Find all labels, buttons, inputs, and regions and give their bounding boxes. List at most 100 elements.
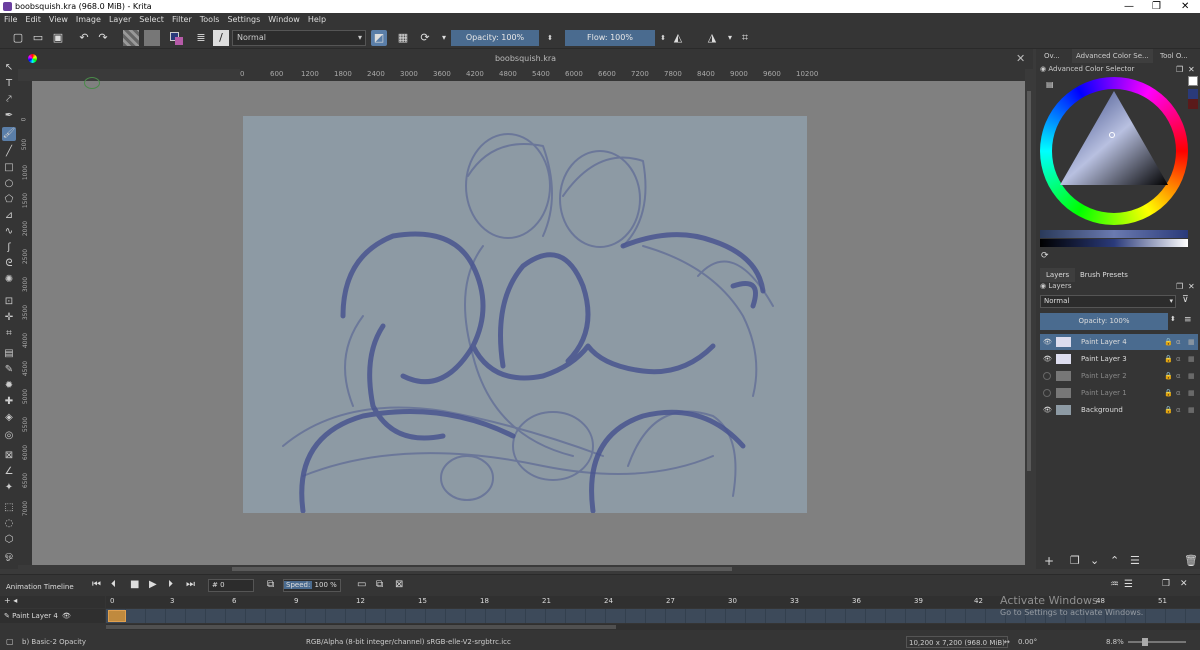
scroll-thumb[interactable] xyxy=(232,567,732,571)
inherit-alpha-icon[interactable]: ▦ xyxy=(1188,334,1195,350)
eye-icon[interactable]: 👁 xyxy=(1043,402,1052,418)
duplicate-frame-icon[interactable]: ⧉ xyxy=(376,579,383,590)
chevron-down-icon[interactable]: ▾ xyxy=(722,30,738,46)
add-frame-icon[interactable]: ▭ xyxy=(357,579,366,590)
onion-skin-icon[interactable]: ⧉ xyxy=(267,579,274,590)
tab-layers[interactable]: Layers xyxy=(1040,268,1076,282)
pattern-preset-icon[interactable] xyxy=(144,30,160,46)
dynamic-brush-icon[interactable]: ᘓ xyxy=(2,257,16,271)
timeline-menu-icon[interactable]: ☰ xyxy=(1124,579,1133,590)
zoom-slider-handle[interactable] xyxy=(1142,638,1148,646)
lock-icon[interactable]: 🔒 xyxy=(1164,385,1173,401)
inherit-alpha-icon[interactable]: ▦ xyxy=(1188,351,1195,367)
gradient-tool-icon[interactable]: ▤ xyxy=(2,347,16,361)
alpha-lock-icon[interactable]: α xyxy=(1176,368,1181,384)
remove-frame-icon[interactable]: ⊠ xyxy=(395,579,403,590)
redo-icon[interactable]: ↷ xyxy=(95,30,111,46)
layer-menu-icon[interactable]: ≡ xyxy=(1184,315,1192,325)
fg-bg-color-icon[interactable] xyxy=(168,30,184,46)
timeline-layer-row[interactable]: ✎ Paint Layer 4 👁 xyxy=(0,609,105,623)
menu-help[interactable]: Help xyxy=(304,13,330,27)
drawing-canvas[interactable] xyxy=(243,116,807,514)
ellipse-select-icon[interactable]: ◌ xyxy=(2,517,16,531)
reference-tool-icon[interactable]: ✦ xyxy=(2,481,16,495)
alpha-lock-icon[interactable]: α xyxy=(1176,334,1181,350)
polyline-tool-icon[interactable]: ⊿ xyxy=(2,209,16,223)
new-document-icon[interactable]: ▢ xyxy=(10,30,26,46)
rectangle-tool-icon[interactable]: □ xyxy=(2,161,16,175)
wrap-around-icon[interactable]: ⌗ xyxy=(737,30,753,46)
first-frame-icon[interactable]: ⏮ xyxy=(92,579,101,590)
eye-hidden-icon[interactable] xyxy=(1043,389,1051,397)
alpha-lock-icon[interactable]: α xyxy=(1176,385,1181,401)
move-down-icon[interactable]: ⌄ xyxy=(1090,554,1099,567)
undo-icon[interactable]: ↶ xyxy=(76,30,92,46)
chevron-down-icon[interactable]: ▾ xyxy=(436,30,452,46)
eye-icon[interactable]: 👁 xyxy=(62,609,71,623)
close-panel-icon[interactable]: ✕ xyxy=(1180,579,1188,589)
speed-input[interactable]: Speed: 100 % xyxy=(283,579,341,592)
recent-color-swatch[interactable] xyxy=(1188,99,1198,109)
layer-opacity-slider[interactable]: Opacity: 100% xyxy=(1040,313,1168,330)
duplicate-layer-icon[interactable]: ❐ xyxy=(1070,554,1080,567)
layer-row[interactable]: 👁 Background 🔒 α ▦ xyxy=(1040,402,1198,418)
scroll-thumb[interactable] xyxy=(1027,91,1031,471)
next-frame-icon[interactable]: ⏵ xyxy=(168,579,173,590)
calligraphy-icon[interactable]: ✒ xyxy=(2,109,16,123)
fill-tool-icon[interactable]: ◈ xyxy=(2,411,16,425)
eraser-mode-icon[interactable]: ◩ xyxy=(371,30,387,46)
opacity-stepper[interactable]: ⬍ xyxy=(542,30,558,46)
move-up-icon[interactable]: ⌃ xyxy=(1110,554,1119,567)
color-bar-2[interactable] xyxy=(1040,239,1188,247)
eye-hidden-icon[interactable] xyxy=(1043,372,1051,380)
move-tool-icon[interactable]: ✛ xyxy=(2,311,16,325)
hue-wheel[interactable] xyxy=(1040,77,1188,225)
stop-icon[interactable]: ■ xyxy=(130,579,139,590)
save-icon[interactable]: ▣ xyxy=(50,30,66,46)
mirror-horizontal-icon[interactable]: ◭ xyxy=(670,30,686,46)
pin-icon[interactable]: ✎ xyxy=(0,612,10,620)
opacity-stepper[interactable]: ⬍ xyxy=(1170,315,1176,323)
inherit-alpha-icon[interactable]: ▦ xyxy=(1188,385,1195,401)
open-document-icon[interactable]: ▭ xyxy=(30,30,46,46)
colorize-mask-icon[interactable]: ✹ xyxy=(2,379,16,393)
multibrush-icon[interactable]: ✺ xyxy=(2,273,16,287)
minimize-button[interactable]: — xyxy=(1124,0,1134,13)
measure-tool-icon[interactable]: ∠ xyxy=(2,465,16,479)
close-panel-icon[interactable]: ✕ xyxy=(1188,65,1195,74)
text-tool-icon[interactable]: T xyxy=(2,77,16,91)
brush-settings-icon[interactable]: ≣ xyxy=(193,30,209,46)
document-tab[interactable]: boobsquish.kra ✕ xyxy=(18,49,1033,69)
menu-image[interactable]: Image xyxy=(72,13,105,27)
lock-icon[interactable]: 🔒 xyxy=(1164,368,1173,384)
enclose-fill-icon[interactable]: ◎ xyxy=(2,429,16,443)
layer-row[interactable]: 👁 Paint Layer 4 🔒 α ▦ xyxy=(1040,334,1198,350)
menu-file[interactable]: File xyxy=(0,13,21,27)
filter-icon[interactable]: ⊽ xyxy=(1182,295,1189,305)
float-panel-icon[interactable]: ❐ xyxy=(1176,65,1183,74)
vertical-scrollbar[interactable] xyxy=(1025,81,1033,565)
layer-properties-icon[interactable]: ☰ xyxy=(1130,554,1140,567)
refresh-icon[interactable]: ⟳ xyxy=(1041,251,1049,261)
delete-layer-icon[interactable]: 🗑 xyxy=(1184,554,1198,567)
bezier-tool-icon[interactable]: ∿ xyxy=(2,225,16,239)
zoom-slider[interactable] xyxy=(1128,638,1186,646)
crop-tool-icon[interactable]: ⌗ xyxy=(2,327,16,341)
menu-edit[interactable]: Edit xyxy=(21,13,45,27)
blend-mode-select[interactable]: Normal ▾ xyxy=(232,30,366,46)
eye-icon[interactable]: 👁 xyxy=(1043,334,1052,350)
maximize-button[interactable]: ❐ xyxy=(1152,0,1161,13)
freehand-brush-icon[interactable]: 🖌 xyxy=(2,127,16,141)
gradient-preset-icon[interactable] xyxy=(123,30,139,46)
polygon-select-icon[interactable]: ⬡ xyxy=(2,533,16,547)
keyframe[interactable] xyxy=(108,610,126,622)
menu-window[interactable]: Window xyxy=(264,13,304,27)
menu-view[interactable]: View xyxy=(45,13,72,27)
close-window-button[interactable]: ✕ xyxy=(1181,0,1189,13)
layer-row[interactable]: 👁 Paint Layer 3 🔒 α ▦ xyxy=(1040,351,1198,367)
line-tool-icon[interactable]: ╱ xyxy=(2,145,16,159)
inherit-alpha-icon[interactable]: ▦ xyxy=(1188,368,1195,384)
lock-icon[interactable]: 🔒 xyxy=(1164,351,1173,367)
prev-frame-icon[interactable]: ⏴ xyxy=(111,579,116,590)
freehand-path-icon[interactable]: ʃ xyxy=(2,241,16,255)
